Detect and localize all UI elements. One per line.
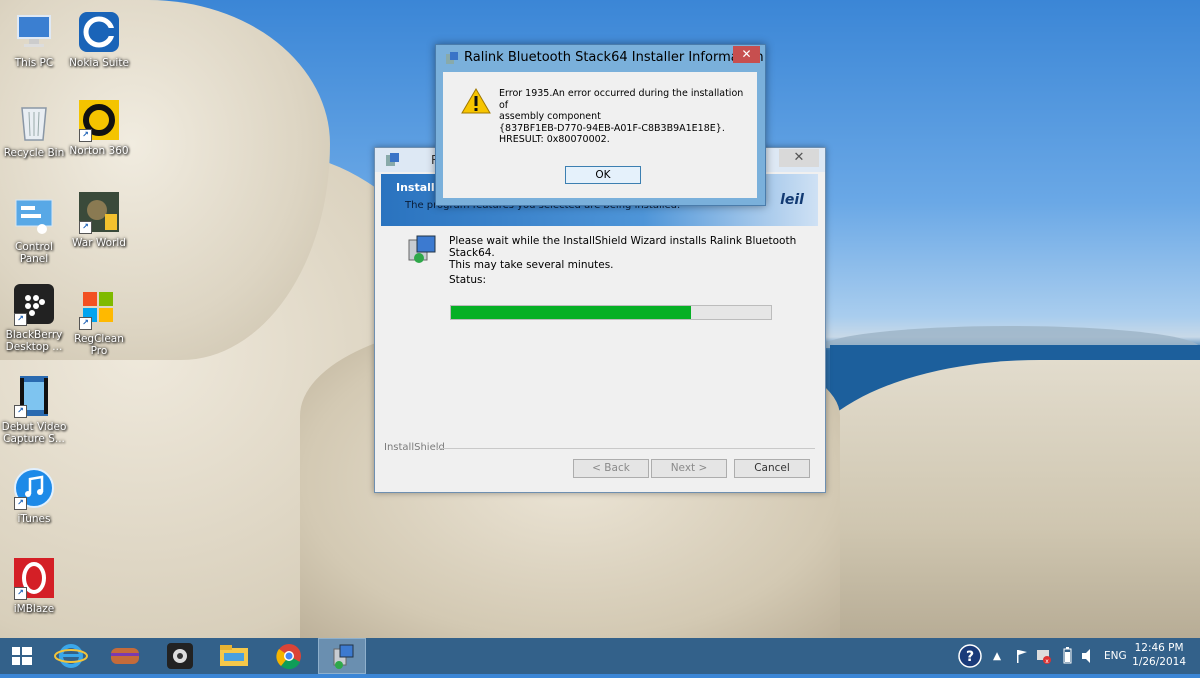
- error-message-line: Error 1935.An error occurred during the …: [499, 88, 744, 111]
- taskbar-chrome[interactable]: [265, 638, 313, 674]
- show-hidden-icons-chevron-icon[interactable]: ▲: [993, 638, 1007, 674]
- war-world-icon: ↗: [77, 190, 121, 234]
- cancel-button[interactable]: Cancel: [734, 459, 810, 478]
- norton-icon: ↗: [77, 98, 121, 142]
- desktop-icon-war-world[interactable]: ↗ War World: [65, 190, 133, 249]
- internet-explorer-icon: [54, 644, 88, 668]
- install-message-line: Please wait while the InstallShield Wiza…: [449, 235, 797, 259]
- install-message: Please wait while the InstallShield Wiza…: [449, 235, 825, 271]
- desktop-icon-debut-video[interactable]: ↗ Debut Video Capture S...: [0, 374, 68, 445]
- svg-text:x: x: [1045, 658, 1049, 665]
- start-icon: [12, 647, 32, 665]
- volume-icon[interactable]: [1080, 638, 1096, 674]
- desktop-icon-regclean[interactable]: ↗ RegClean Pro: [65, 286, 133, 357]
- installshield-brand: InstallShield: [384, 442, 445, 453]
- installer-app-icon: [385, 152, 400, 167]
- shortcut-arrow-icon: ↗: [14, 405, 27, 418]
- install-progress-fill: [451, 306, 691, 319]
- taskbar-file-explorer[interactable]: [210, 638, 258, 674]
- taskbar-camera-app[interactable]: [156, 638, 204, 674]
- status-label: Status:: [449, 274, 486, 286]
- install-message-line: This may take several minutes.: [449, 259, 614, 271]
- winrar-icon: [111, 648, 139, 664]
- desktop-icon-label: BlackBerry Desktop ...: [5, 329, 63, 353]
- battery-icon[interactable]: [1060, 638, 1074, 674]
- desktop-icon-imblaze[interactable]: ↗ iMBlaze: [0, 556, 68, 615]
- installer-close-button[interactable]: ✕: [779, 149, 819, 167]
- action-center-flag-icon[interactable]: [1014, 638, 1030, 674]
- recycle-bin-icon: [12, 100, 56, 144]
- desktop-icon-itunes[interactable]: ↗ iTunes: [0, 466, 68, 525]
- error-message-line: assembly component: [499, 111, 601, 122]
- language-indicator[interactable]: ENG: [1104, 638, 1127, 674]
- taskbar-installer[interactable]: [318, 638, 366, 674]
- shortcut-arrow-icon: ↗: [79, 317, 92, 330]
- error-message-line: {837BF1EB-D770-94EB-A01F-C8B3B9A1E18E}.: [499, 122, 725, 134]
- blackberry-icon: ↗: [12, 282, 56, 326]
- error-dialog-close-button[interactable]: ✕: [733, 46, 760, 63]
- shortcut-arrow-icon: ↗: [79, 221, 92, 234]
- error-dialog-body: Error 1935.An error occurred during the …: [443, 72, 757, 198]
- file-explorer-icon: [220, 645, 248, 666]
- taskbar-clock[interactable]: 12:46 PM 1/26/2014: [1132, 641, 1186, 669]
- installer-package-icon: [407, 234, 437, 264]
- taskbar-winrar[interactable]: [101, 638, 149, 674]
- next-button[interactable]: Next >: [651, 459, 727, 478]
- computer-icon: [12, 10, 56, 54]
- taskbar: ? ▲ x ENG 12:46 PM 1/26/2014: [0, 638, 1200, 674]
- desktop-icon-label: Debut Video Capture S...: [1, 421, 67, 445]
- error-dialog-titlebar[interactable]: Ralink Bluetooth Stack64 Installer Infor…: [436, 45, 765, 71]
- installer-task-icon: [333, 644, 354, 669]
- desktop-icon-control-panel[interactable]: Control Panel: [0, 194, 68, 265]
- install-progress-bar: [450, 305, 772, 320]
- imblaze-icon: ↗: [12, 556, 56, 600]
- shortcut-arrow-icon: ↗: [79, 129, 92, 142]
- help-tray-icon[interactable]: ?: [956, 638, 986, 674]
- divider: [437, 448, 815, 449]
- shortcut-arrow-icon: ↗: [14, 313, 27, 326]
- back-button[interactable]: < Back: [573, 459, 649, 478]
- clock-time: 12:46 PM: [1134, 642, 1184, 654]
- desktop-icon-this-pc[interactable]: This PC: [0, 10, 68, 69]
- desktop-icon-label: iTunes: [17, 513, 51, 525]
- taskbar-internet-explorer[interactable]: [47, 638, 95, 674]
- itunes-icon: ↗: [12, 466, 56, 510]
- start-button[interactable]: [0, 638, 48, 674]
- svg-text:?: ?: [966, 649, 974, 665]
- error-dialog[interactable]: Ralink Bluetooth Stack64 Installer Infor…: [435, 44, 766, 206]
- clock-date: 1/26/2014: [1132, 656, 1186, 668]
- installer-app-icon: [445, 51, 459, 65]
- error-message: Error 1935.An error occurred during the …: [499, 88, 749, 146]
- desktop-icon-norton[interactable]: ↗ Norton 360: [65, 98, 133, 157]
- desktop-icon-label: Recycle Bin: [3, 147, 65, 159]
- ok-button[interactable]: OK: [565, 166, 641, 184]
- desktop-icon-label: Control Panel: [15, 241, 53, 265]
- debut-video-icon: ↗: [12, 374, 56, 418]
- shortcut-arrow-icon: ↗: [14, 497, 27, 510]
- banner-logo: leil: [780, 192, 804, 208]
- desktop-icon-nokia-suite[interactable]: Nokia Suite: [65, 10, 133, 69]
- warning-icon: [461, 87, 491, 115]
- error-dialog-title: Ralink Bluetooth Stack64 Installer Infor…: [464, 50, 764, 65]
- desktop-icon-blackberry[interactable]: ↗ BlackBerry Desktop ...: [0, 282, 68, 353]
- camera-app-icon: [167, 643, 193, 669]
- network-warning-icon[interactable]: x: [1035, 638, 1053, 674]
- desktop-icon-recycle-bin[interactable]: Recycle Bin: [0, 100, 68, 159]
- control-panel-icon: [12, 194, 56, 238]
- desktop-icon-label: This PC: [14, 57, 54, 69]
- nokia-suite-icon: [77, 10, 121, 54]
- chrome-icon: [276, 644, 301, 670]
- desktop-icon-label: Norton 360: [69, 145, 129, 157]
- desktop-icon-label: Nokia Suite: [69, 57, 129, 69]
- desktop-icon-label: iMBlaze: [13, 603, 55, 615]
- shortcut-arrow-icon: ↗: [14, 587, 27, 600]
- wallpaper-rock: [800, 360, 1200, 640]
- regclean-icon: ↗: [77, 286, 121, 330]
- desktop-icon-label: RegClean Pro: [74, 333, 124, 357]
- error-message-line: HRESULT: 0x80070002.: [499, 134, 610, 145]
- desktop-icon-label: War World: [72, 237, 126, 249]
